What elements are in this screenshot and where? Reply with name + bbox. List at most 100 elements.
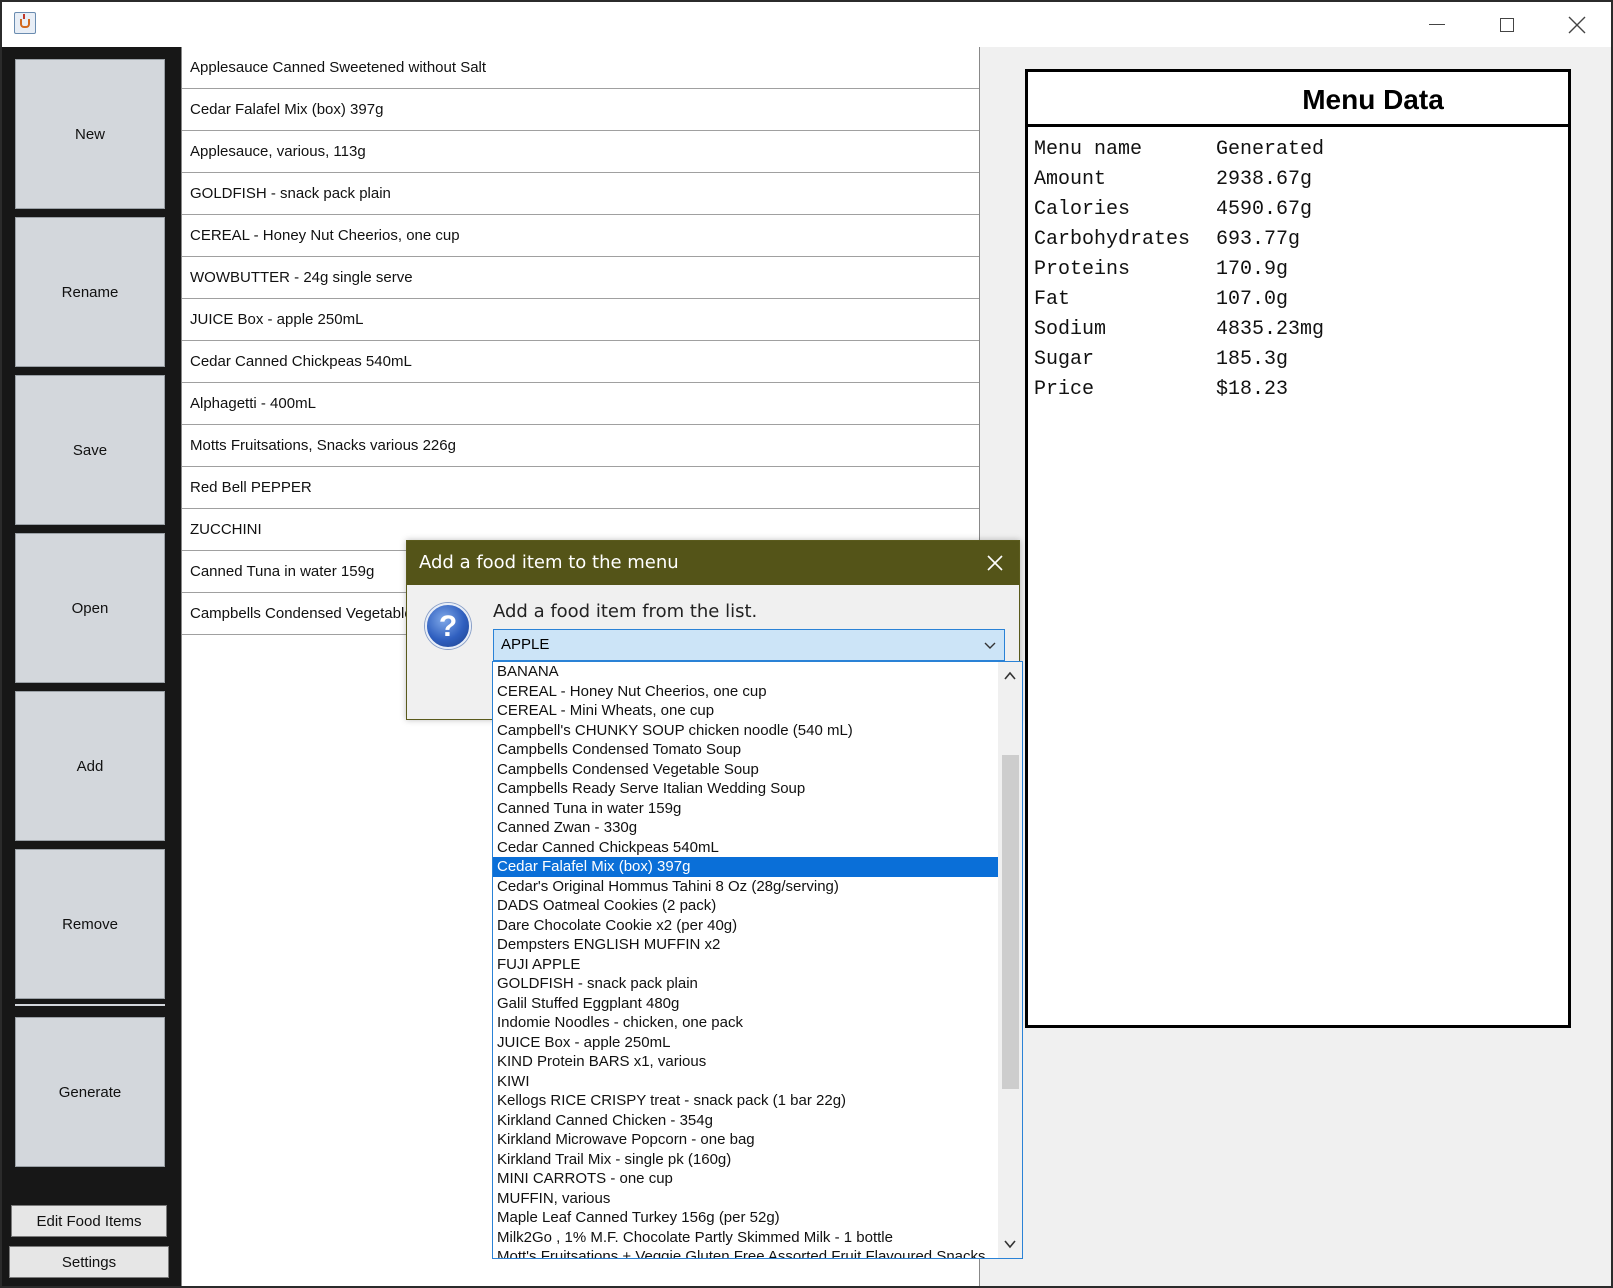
dropdown-option[interactable]: Cedar Canned Chickpeas 540mL <box>493 838 998 858</box>
sidebar: New Rename Save Open Add Remove Generate… <box>0 47 181 1288</box>
menu-data-value: 185.3g <box>1216 348 1289 371</box>
close-icon <box>1568 16 1586 33</box>
dropdown-option[interactable]: BANANA <box>493 662 998 682</box>
dropdown-option[interactable]: Maple Leaf Canned Turkey 156g (per 52g) <box>493 1208 998 1228</box>
menu-list-item[interactable]: Cedar Canned Chickpeas 540mL <box>182 341 979 383</box>
dropdown-options: BANANA CEREAL - Honey Nut Cheerios, one c… <box>493 662 998 1258</box>
food-item-combobox[interactable]: APPLE <box>493 629 1005 661</box>
menu-list-item[interactable]: Applesauce, various, 113g <box>182 131 979 173</box>
rename-button-label: Rename <box>61 283 119 301</box>
dropdown-option[interactable]: Campbells Ready Serve Italian Wedding So… <box>493 779 998 799</box>
dropdown-option[interactable]: Canned Tuna in water 159g <box>493 799 998 819</box>
menu-list-item[interactable]: Alphagetti - 400mL <box>182 383 979 425</box>
dropdown-option[interactable]: MINI CARROTS - one cup <box>493 1169 998 1189</box>
chevron-down-icon <box>1004 1240 1016 1249</box>
dropdown-option[interactable]: Indomie Noodles - chicken, one pack <box>493 1013 998 1033</box>
menu-data-title: Menu Data <box>1028 72 1568 127</box>
dropdown-option[interactable]: Kellogs RICE CRISPY treat - snack pack (… <box>493 1091 998 1111</box>
settings-label: Settings <box>61 1253 117 1271</box>
maximize-icon <box>1500 17 1514 32</box>
dropdown-option[interactable]: Canned Zwan - 330g <box>493 818 998 838</box>
menu-list-item[interactable]: GOLDFISH - snack pack plain <box>182 173 979 215</box>
menu-data-value: Generated <box>1216 138 1325 161</box>
dropdown-option[interactable]: Kirkland Canned Chicken - 354g <box>493 1111 998 1131</box>
menu-list-item[interactable]: WOWBUTTER - 24g single serve <box>182 257 979 299</box>
java-app-icon <box>14 12 36 34</box>
generate-button-label: Generate <box>58 1083 122 1101</box>
dialog-close-button[interactable] <box>985 553 1005 573</box>
add-button-label: Add <box>76 757 104 775</box>
new-button-label: New <box>74 125 105 143</box>
menu-data-value: 4590.67g <box>1216 198 1313 221</box>
dropdown-option[interactable]: Campbells Condensed Vegetable Soup <box>493 760 998 780</box>
dropdown-option[interactable]: Dempsters ENGLISH MUFFIN x2 <box>493 935 998 955</box>
menu-data-value: 170.9g <box>1216 258 1289 281</box>
generate-button[interactable]: Generate <box>15 1017 165 1167</box>
scroll-down-button[interactable] <box>998 1232 1022 1256</box>
new-button[interactable]: New <box>15 59 165 209</box>
dropdown-option[interactable]: KIWI <box>493 1072 998 1092</box>
menu-data-value: 4835.23mg <box>1216 318 1325 341</box>
close-window-button[interactable] <box>1542 0 1612 47</box>
dropdown-option[interactable]: Mott's Fruitsations + Veggie Gluten Free… <box>493 1247 998 1258</box>
menu-data-value: 2938.67g <box>1216 168 1313 191</box>
dropdown-option[interactable]: CEREAL - Mini Wheats, one cup <box>493 701 998 721</box>
dropdown-option[interactable]: Dare Chocolate Cookie x2 (per 40g) <box>493 916 998 936</box>
minimize-button[interactable] <box>1402 0 1472 47</box>
menu-data-label: Proteins <box>1034 258 1131 281</box>
dropdown-option[interactable]: Milk2Go , 1% M.F. Chocolate Partly Skimm… <box>493 1228 998 1248</box>
dropdown-option[interactable]: Cedar's Original Hommus Tahini 8 Oz (28g… <box>493 877 998 897</box>
edit-food-items-label: Edit Food Items <box>36 1212 142 1230</box>
dropdown-option[interactable]: Kirkland Microwave Popcorn - one bag <box>493 1130 998 1150</box>
dropdown-option[interactable]: GOLDFISH - snack pack plain <box>493 974 998 994</box>
dialog-title: Add a food item to the menu <box>419 552 679 573</box>
dropdown-option[interactable]: KIND Protein BARS x1, various <box>493 1052 998 1072</box>
dropdown-option[interactable]: CEREAL - Honey Nut Cheerios, one cup <box>493 682 998 702</box>
menu-list-item[interactable]: Cedar Falafel Mix (box) 397g <box>182 89 979 131</box>
menu-data-value: 693.77g <box>1216 228 1301 251</box>
chevron-down-icon <box>984 642 996 649</box>
menu-data-label: Price <box>1034 378 1095 401</box>
menu-data-value: $18.23 <box>1216 378 1289 401</box>
dropdown-option[interactable]: Galil Stuffed Eggplant 480g <box>493 994 998 1014</box>
chevron-up-icon <box>1004 671 1016 680</box>
menu-list-item[interactable]: Red Bell PEPPER <box>182 467 979 509</box>
menu-data-label: Sodium <box>1034 318 1107 341</box>
scroll-up-button[interactable] <box>998 664 1022 688</box>
minimize-icon <box>1429 24 1445 25</box>
menu-data-label: Amount <box>1034 168 1107 191</box>
rename-button[interactable]: Rename <box>15 217 165 367</box>
dropdown-option[interactable]: Campbells Condensed Tomato Soup <box>493 740 998 760</box>
dropdown-option-selected[interactable]: Cedar Falafel Mix (box) 397g <box>493 857 998 877</box>
dialog-message: Add a food item from the list. <box>493 601 758 622</box>
menu-list-item[interactable]: CEREAL - Honey Nut Cheerios, one cup <box>182 215 979 257</box>
dropdown-scrollbar[interactable] <box>998 662 1022 1258</box>
dropdown-option[interactable]: Kirkland Trail Mix - single pk (160g) <box>493 1150 998 1170</box>
dropdown-option[interactable]: MUFFIN, various <box>493 1189 998 1209</box>
open-button[interactable]: Open <box>15 533 165 683</box>
window-titlebar <box>0 0 1613 47</box>
close-icon <box>987 555 1003 571</box>
menu-list-item[interactable]: Applesauce Canned Sweetened without Salt <box>182 47 979 89</box>
settings-button[interactable]: Settings <box>9 1246 169 1278</box>
question-icon: ? <box>425 603 471 649</box>
menu-data-panel: Menu Data Menu name Generated Amount 2938.6… <box>1025 69 1571 1028</box>
menu-data-label: Carbohydrates <box>1034 228 1191 251</box>
sidebar-divider <box>15 1004 165 1006</box>
dropdown-option[interactable]: JUICE Box - apple 250mL <box>493 1033 998 1053</box>
save-button[interactable]: Save <box>15 375 165 525</box>
scrollbar-thumb[interactable] <box>1002 755 1019 1089</box>
open-button-label: Open <box>71 599 109 617</box>
maximize-button[interactable] <box>1472 0 1542 47</box>
menu-list-item[interactable]: JUICE Box - apple 250mL <box>182 299 979 341</box>
dropdown-option[interactable]: Campbell's CHUNKY SOUP chicken noodle (5… <box>493 721 998 741</box>
food-item-dropdown-list[interactable]: BANANA CEREAL - Honey Nut Cheerios, one c… <box>492 661 1023 1259</box>
add-button[interactable]: Add <box>15 691 165 841</box>
remove-button[interactable]: Remove <box>15 849 165 999</box>
menu-data-label: Sugar <box>1034 348 1095 371</box>
dropdown-option[interactable]: DADS Oatmeal Cookies (2 pack) <box>493 896 998 916</box>
edit-food-items-button[interactable]: Edit Food Items <box>11 1205 167 1237</box>
menu-data-label: Menu name <box>1034 138 1143 161</box>
menu-list-item[interactable]: Motts Fruitsations, Snacks various 226g <box>182 425 979 467</box>
dropdown-option[interactable]: FUJI APPLE <box>493 955 998 975</box>
